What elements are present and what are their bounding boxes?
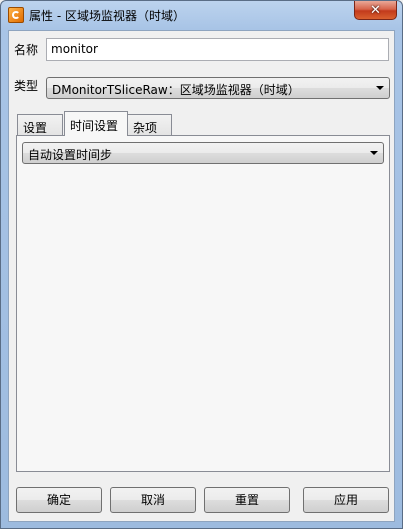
- app-icon: [8, 7, 24, 23]
- title-bar[interactable]: 属性 - 区域场监视器（时域） ✕: [1, 1, 402, 29]
- properties-dialog: 属性 - 区域场监视器（时域） ✕ 名称 monitor 类型 DMonitor…: [0, 0, 403, 529]
- name-input[interactable]: monitor: [46, 38, 389, 61]
- type-label: 类型: [14, 79, 39, 93]
- chevron-down-icon: [370, 151, 378, 155]
- chevron-down-icon: [376, 86, 384, 90]
- dialog-client-area: 名称 monitor 类型 DMonitorTSliceRaw：区域场监视器（时…: [8, 30, 395, 522]
- window-title: 属性 - 区域场监视器（时域）: [29, 9, 185, 23]
- close-button[interactable]: ✕: [354, 1, 397, 20]
- ok-button[interactable]: 确定: [16, 487, 102, 513]
- tab-label: 设置: [23, 121, 48, 135]
- close-icon: ✕: [370, 2, 381, 18]
- cancel-button[interactable]: 取消: [110, 487, 196, 513]
- apply-button[interactable]: 应用: [303, 487, 389, 513]
- tab-label: 杂项: [133, 121, 158, 135]
- reset-button[interactable]: 重置: [204, 487, 290, 513]
- tab-settings[interactable]: 设置: [17, 114, 63, 136]
- name-label: 名称: [14, 43, 39, 57]
- tab-label: 时间设置: [70, 119, 119, 133]
- tab-time-settings[interactable]: 时间设置: [64, 111, 128, 136]
- time-step-mode-dropdown[interactable]: 自动设置时间步: [22, 142, 384, 164]
- time-step-mode-value: 自动设置时间步: [28, 148, 113, 162]
- type-dropdown[interactable]: DMonitorTSliceRaw：区域场监视器（时域）: [46, 77, 390, 99]
- type-dropdown-value: DMonitorTSliceRaw：区域场监视器（时域）: [52, 83, 300, 97]
- tab-misc[interactable]: 杂项: [127, 114, 172, 136]
- tab-panel-time-settings: 自动设置时间步: [16, 135, 390, 472]
